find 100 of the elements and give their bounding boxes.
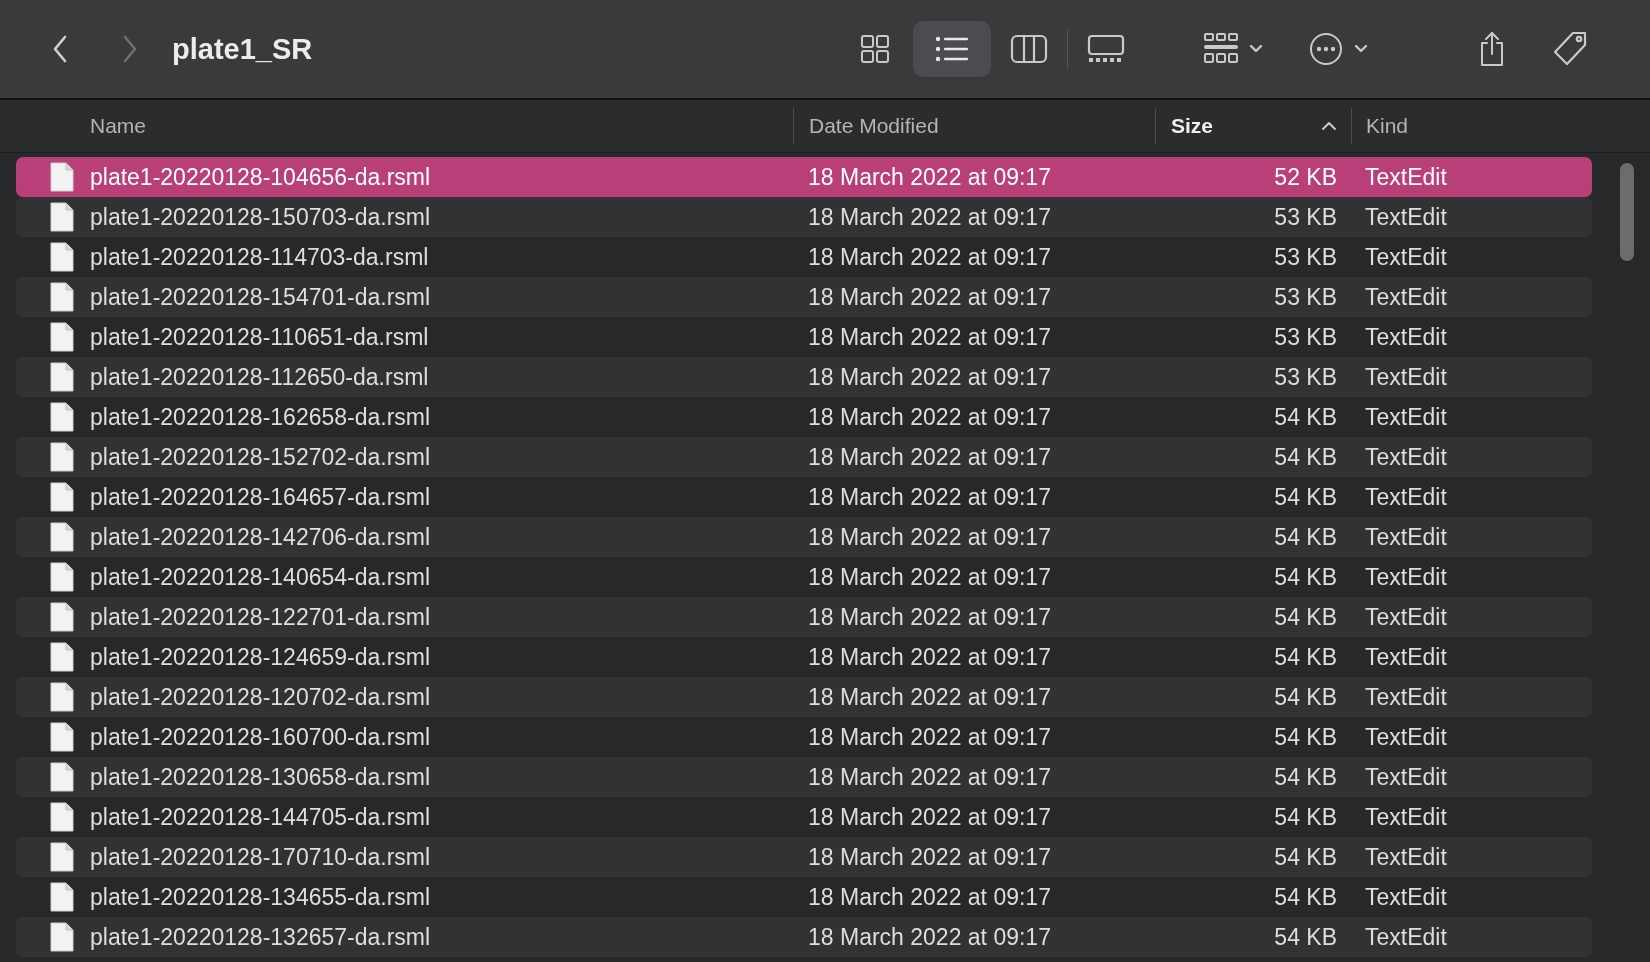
grid-icon (860, 34, 890, 64)
file-name: plate1-20220128-112650-da.rsml (90, 363, 429, 391)
file-name: plate1-20220128-140654-da.rsml (90, 563, 431, 591)
file-kind: TextEdit (1364, 603, 1448, 631)
file-size: 54 KB (1273, 883, 1338, 911)
column-header[interactable]: Size (1155, 108, 1351, 144)
file-kind: TextEdit (1364, 483, 1448, 511)
window-title: plate1_SR (172, 32, 313, 66)
file-name: plate1-20220128-122701-da.rsml (90, 603, 431, 631)
file-row[interactable]: plate1-20220128-122701-da.rsml 18 March 2022 at 09:17 54 KB TextEdit (16, 597, 1592, 637)
file-row[interactable]: plate1-20220128-130658-da.rsml 18 March 2022 at 09:17 54 KB TextEdit (16, 757, 1592, 797)
date-modified: 18 March 2022 at 09:17 (807, 563, 1052, 591)
document-icon (50, 202, 74, 232)
date-modified: 18 March 2022 at 09:17 (807, 803, 1052, 831)
file-row[interactable]: plate1-20220128-132657-da.rsml 18 March 2022 at 09:17 54 KB TextEdit (16, 917, 1592, 957)
file-kind: TextEdit (1364, 523, 1448, 551)
file-row[interactable]: plate1-20220128-160700-da.rsml 18 March 2022 at 09:17 54 KB TextEdit (16, 717, 1592, 757)
file-kind: TextEdit (1364, 643, 1448, 671)
file-row[interactable]: plate1-20220128-112650-da.rsml 18 March 2022 at 09:17 53 KB TextEdit (16, 357, 1592, 397)
file-size: 54 KB (1273, 603, 1338, 631)
file-size: 54 KB (1273, 523, 1338, 551)
column-header[interactable]: Date Modified (793, 108, 1155, 144)
file-row[interactable]: plate1-20220128-170710-da.rsml 18 March 2022 at 09:17 54 KB TextEdit (16, 837, 1592, 877)
file-row[interactable]: plate1-20220128-144705-da.rsml 18 March 2022 at 09:17 54 KB TextEdit (16, 797, 1592, 837)
file-name: plate1-20220128-154701-da.rsml (90, 283, 431, 311)
file-size: 54 KB (1273, 683, 1338, 711)
file-name: plate1-20220128-142706-da.rsml (90, 523, 431, 551)
file-kind: TextEdit (1364, 843, 1448, 871)
date-modified: 18 March 2022 at 09:17 (807, 283, 1052, 311)
file-size: 54 KB (1273, 403, 1338, 431)
file-kind: TextEdit (1364, 803, 1448, 831)
file-name: plate1-20220128-120702-da.rsml (90, 683, 431, 711)
document-icon (50, 842, 74, 872)
date-modified: 18 March 2022 at 09:17 (807, 363, 1052, 391)
file-size: 54 KB (1273, 443, 1338, 471)
tag-icon (1551, 30, 1589, 68)
file-row[interactable]: plate1-20220128-162658-da.rsml 18 March 2022 at 09:17 54 KB TextEdit (16, 397, 1592, 437)
file-row[interactable]: plate1-20220128-134655-da.rsml 18 March 2022 at 09:17 54 KB TextEdit (16, 877, 1592, 917)
document-icon (50, 802, 74, 832)
file-name: plate1-20220128-170710-da.rsml (90, 843, 431, 871)
file-size: 53 KB (1273, 283, 1338, 311)
column-header[interactable]: Name (0, 108, 793, 144)
file-row[interactable]: plate1-20220128-124659-da.rsml 18 March 2022 at 09:17 54 KB TextEdit (16, 637, 1592, 677)
file-name: plate1-20220128-132657-da.rsml (90, 923, 431, 951)
date-modified: 18 March 2022 at 09:17 (807, 483, 1052, 511)
file-name: plate1-20220128-152702-da.rsml (90, 443, 431, 471)
file-row[interactable]: plate1-20220128-142706-da.rsml 18 March 2022 at 09:17 54 KB TextEdit (16, 517, 1592, 557)
file-row[interactable]: plate1-20220128-140654-da.rsml 18 March 2022 at 09:17 54 KB TextEdit (16, 557, 1592, 597)
date-modified: 18 March 2022 at 09:17 (807, 403, 1052, 431)
sort-ascending-icon (1321, 121, 1337, 131)
document-icon (50, 482, 74, 512)
document-icon (50, 642, 74, 672)
file-row[interactable]: plate1-20220128-120702-da.rsml 18 March 2022 at 09:17 54 KB TextEdit (16, 677, 1592, 717)
date-modified: 18 March 2022 at 09:17 (807, 683, 1052, 711)
file-size: 54 KB (1273, 803, 1338, 831)
file-name: plate1-20220128-114703-da.rsml (90, 243, 429, 271)
file-size: 54 KB (1273, 843, 1338, 871)
file-row[interactable]: plate1-20220128-114703-da.rsml 18 March 2022 at 09:17 53 KB TextEdit (16, 237, 1592, 277)
file-kind: TextEdit (1364, 403, 1448, 431)
date-modified: 18 March 2022 at 09:17 (807, 723, 1052, 751)
document-icon (50, 162, 74, 192)
file-name: plate1-20220128-160700-da.rsml (90, 723, 431, 751)
file-size: 53 KB (1273, 243, 1338, 271)
file-size: 54 KB (1273, 643, 1338, 671)
column-header[interactable]: Kind (1351, 108, 1591, 144)
file-row[interactable]: plate1-20220128-152702-da.rsml 18 March 2022 at 09:17 54 KB TextEdit (16, 437, 1592, 477)
file-kind: TextEdit (1364, 683, 1448, 711)
file-kind: TextEdit (1364, 363, 1448, 391)
file-kind: TextEdit (1364, 163, 1448, 191)
file-size: 53 KB (1273, 363, 1338, 391)
document-icon (50, 522, 74, 552)
document-icon (50, 762, 74, 792)
file-size: 53 KB (1273, 203, 1338, 231)
document-icon (50, 882, 74, 912)
file-row[interactable]: plate1-20220128-110651-da.rsml 18 March 2022 at 09:17 53 KB TextEdit (16, 317, 1592, 357)
file-row[interactable]: plate1-20220128-164657-da.rsml 18 March 2022 at 09:17 54 KB TextEdit (16, 477, 1592, 517)
scrollbar-thumb[interactable] (1620, 163, 1634, 261)
date-modified: 18 March 2022 at 09:17 (807, 323, 1052, 351)
file-kind: TextEdit (1364, 443, 1448, 471)
file-kind: TextEdit (1364, 883, 1448, 911)
date-modified: 18 March 2022 at 09:17 (807, 163, 1052, 191)
list-view-button[interactable] (913, 21, 991, 77)
group-grid-icon (1203, 32, 1265, 66)
columns-icon (1010, 34, 1048, 64)
document-icon (50, 442, 74, 472)
document-icon (50, 722, 74, 752)
file-row[interactable]: plate1-20220128-154701-da.rsml 18 March 2022 at 09:17 53 KB TextEdit (16, 277, 1592, 317)
document-icon (50, 402, 74, 432)
gallery-icon (1087, 34, 1125, 64)
date-modified: 18 March 2022 at 09:17 (807, 203, 1052, 231)
file-size: 52 KB (1273, 163, 1338, 191)
file-size: 54 KB (1273, 723, 1338, 751)
file-size: 53 KB (1273, 323, 1338, 351)
file-name: plate1-20220128-144705-da.rsml (90, 803, 431, 831)
file-kind: TextEdit (1364, 203, 1448, 231)
date-modified: 18 March 2022 at 09:17 (807, 843, 1052, 871)
file-row[interactable]: plate1-20220128-150703-da.rsml 18 March 2022 at 09:17 53 KB TextEdit (16, 197, 1592, 237)
date-modified: 18 March 2022 at 09:17 (807, 763, 1052, 791)
chevron-right-icon (122, 35, 138, 63)
file-row[interactable]: plate1-20220128-104656-da.rsml 18 March 2022 at 09:17 52 KB TextEdit (16, 157, 1592, 197)
